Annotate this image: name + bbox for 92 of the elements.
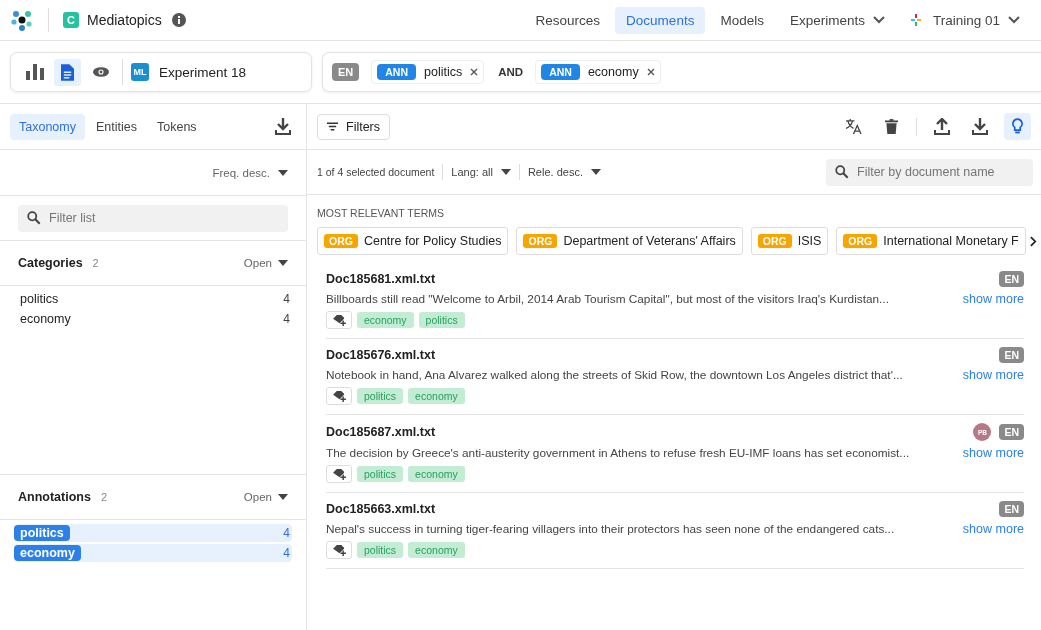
document-excerpt: Nepal's success in turning tiger-fearing villagers into their protectors has seen none of the endangered cats... bbox=[326, 522, 895, 536]
show-more-link[interactable]: show more bbox=[962, 446, 1024, 460]
language-tag: EN bbox=[999, 424, 1024, 440]
category-tag: economy bbox=[408, 388, 465, 404]
download-icon[interactable] bbox=[275, 118, 291, 135]
document-excerpt: Billboards still read "Welcome to Arbil, 2014 Arab Tourism Capital", but most of the visitors Iraq's Kurdistan... bbox=[326, 292, 889, 306]
add-tag-button[interactable] bbox=[326, 541, 352, 559]
app-badge: C bbox=[63, 12, 79, 28]
term-chip[interactable]: ORG Department of Veterans' Affairs bbox=[516, 227, 743, 255]
sort-dropdown[interactable]: Freq. desc. bbox=[212, 166, 288, 179]
training-menu[interactable]: Training 01 bbox=[899, 6, 1031, 34]
category-tag: politics bbox=[357, 388, 404, 404]
category-tag: politics bbox=[357, 542, 404, 558]
chevron-down-icon[interactable] bbox=[1008, 16, 1020, 24]
filter-list-field[interactable]: Filter list bbox=[18, 204, 288, 232]
document-view-button[interactable] bbox=[54, 58, 81, 86]
download-icon[interactable] bbox=[971, 118, 988, 135]
term-chip[interactable]: ORG ISIS bbox=[750, 227, 829, 255]
search-icon bbox=[835, 164, 849, 179]
panel-tab[interactable]: Tokens bbox=[148, 113, 206, 140]
upload-icon[interactable] bbox=[933, 118, 950, 135]
tag-plus-icon[interactable] bbox=[332, 544, 346, 556]
nav-tab[interactable]: Experiments bbox=[778, 6, 896, 34]
document-name[interactable]: Doc185676.xml.txt bbox=[326, 348, 436, 362]
close-icon[interactable] bbox=[646, 68, 655, 76]
document-excerpt: The decision by Greece's anti-austerity government in Athens to refuse fresh EU-IMF loans has set economist... bbox=[326, 446, 910, 460]
section-count: 2 bbox=[92, 257, 99, 269]
translate-icon[interactable] bbox=[845, 119, 862, 134]
bulb-button[interactable] bbox=[1004, 113, 1031, 140]
section-title: Annotations bbox=[18, 490, 91, 504]
tag-plus-icon[interactable] bbox=[332, 390, 346, 402]
panel-tab[interactable]: Taxonomy bbox=[10, 113, 85, 140]
query-chip[interactable]: ANN politics bbox=[371, 60, 485, 84]
document-name[interactable]: Doc185663.xml.txt bbox=[326, 502, 436, 516]
nav-tab[interactable]: Documents bbox=[615, 6, 706, 34]
filter-icon bbox=[327, 122, 338, 131]
query-chip[interactable]: ANN economy bbox=[535, 60, 661, 84]
selection-count: 1 of 4 selected document bbox=[317, 166, 435, 178]
panel-tab[interactable]: Entities bbox=[87, 113, 146, 140]
tag-plus-icon[interactable] bbox=[332, 468, 346, 480]
close-icon[interactable] bbox=[470, 68, 479, 76]
term-chip[interactable]: ORG International Monetary F bbox=[836, 227, 1026, 255]
eye-icon[interactable] bbox=[92, 67, 109, 77]
document-icon[interactable] bbox=[61, 63, 74, 81]
add-tag-button[interactable] bbox=[326, 387, 352, 405]
list-item[interactable]: politics 4 bbox=[14, 524, 292, 542]
document-search-field[interactable]: Filter by document name bbox=[826, 158, 1033, 186]
ml-badge: ML bbox=[131, 63, 149, 81]
logo-icon bbox=[10, 8, 34, 32]
add-tag-button[interactable] bbox=[326, 311, 352, 329]
chevron-right-icon[interactable] bbox=[1030, 235, 1037, 247]
info-icon[interactable] bbox=[171, 13, 186, 27]
nav-tab[interactable]: Models bbox=[709, 6, 775, 34]
open-dropdown[interactable]: Open bbox=[243, 257, 288, 269]
language-tag: EN bbox=[999, 347, 1024, 363]
language-tag: EN bbox=[999, 501, 1024, 517]
chevron-down-icon[interactable] bbox=[872, 16, 885, 24]
document-excerpt: Notebook in hand, Ana Alvarez walked along the streets of Skid Row, the downtown Los Angeles district that'... bbox=[326, 368, 903, 382]
term-chip[interactable]: ORG Centre for Policy Studies bbox=[317, 227, 509, 255]
tag-plus-icon[interactable] bbox=[332, 314, 346, 326]
list-item[interactable]: economy 4 bbox=[14, 310, 292, 328]
app-title: Mediatopics bbox=[87, 12, 162, 28]
category-tag: politics bbox=[418, 312, 465, 328]
open-dropdown[interactable]: Open bbox=[243, 491, 288, 503]
list-item[interactable]: economy 4 bbox=[14, 544, 292, 562]
category-tag: politics bbox=[357, 466, 404, 482]
hash-icon bbox=[910, 14, 921, 26]
section-count: 2 bbox=[100, 491, 108, 503]
category-tag: economy bbox=[408, 466, 465, 482]
language-tag: EN bbox=[999, 271, 1024, 287]
section-heading: MOST RELEVANT TERMS bbox=[317, 207, 445, 219]
show-more-link[interactable]: show more bbox=[962, 292, 1024, 306]
document-name[interactable]: Doc185681.xml.txt bbox=[326, 272, 436, 286]
list-item[interactable]: politics 4 bbox=[14, 290, 292, 308]
document-name[interactable]: Doc185687.xml.txt bbox=[326, 425, 436, 439]
category-tag: economy bbox=[408, 542, 465, 558]
bar-chart-icon[interactable] bbox=[25, 64, 44, 80]
category-tag: economy bbox=[357, 312, 414, 328]
lightbulb-icon[interactable] bbox=[1012, 118, 1023, 135]
section-title: Categories bbox=[18, 256, 83, 270]
language-tag: EN bbox=[332, 63, 360, 81]
nav-tab[interactable]: Resources bbox=[524, 6, 612, 34]
sort-dropdown[interactable]: Rele. desc. bbox=[527, 166, 601, 178]
filters-button[interactable]: Filters bbox=[317, 113, 391, 140]
show-more-link[interactable]: show more bbox=[962, 522, 1024, 536]
search-icon bbox=[27, 210, 41, 225]
show-more-link[interactable]: show more bbox=[962, 368, 1024, 382]
add-tag-button[interactable] bbox=[326, 465, 352, 483]
query-operator: AND bbox=[498, 66, 524, 78]
experiment-name[interactable]: Experiment 18 bbox=[159, 64, 247, 80]
language-dropdown[interactable]: Lang: all bbox=[451, 166, 511, 178]
trash-icon[interactable] bbox=[885, 119, 898, 134]
